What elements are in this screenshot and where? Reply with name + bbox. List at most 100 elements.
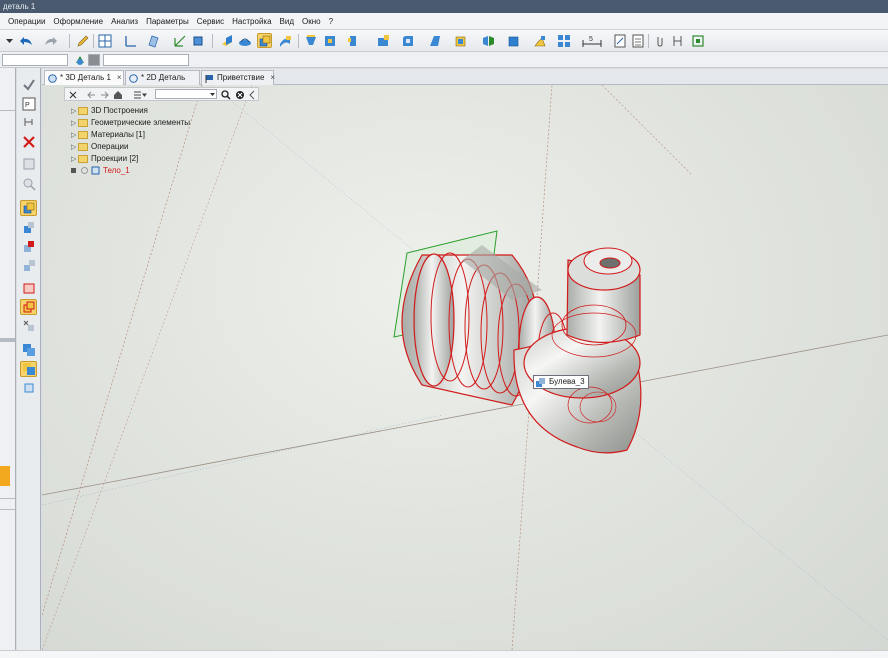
frame-icon[interactable] <box>690 33 705 48</box>
menu-settings[interactable]: Настройка <box>232 17 271 26</box>
array-icon[interactable] <box>556 33 571 48</box>
close-icon[interactable] <box>69 91 77 99</box>
window-title-bar: деталь 1 <box>0 0 888 13</box>
collapse-icon[interactable] <box>248 90 256 100</box>
loft-icon[interactable] <box>303 33 318 48</box>
svg-text:P: P <box>25 102 30 109</box>
revolve-icon[interactable] <box>237 33 252 48</box>
thread-icon[interactable] <box>532 33 547 48</box>
visibility-icon[interactable] <box>80 166 89 175</box>
clear-filter-icon[interactable] <box>235 90 245 100</box>
chamfer-icon[interactable] <box>427 33 442 48</box>
zoom-preview-icon[interactable] <box>20 176 37 192</box>
tree-item-label: Тело_1 <box>103 166 130 175</box>
object-tooltip: Булева_3 <box>533 375 589 389</box>
lcs-icon[interactable] <box>190 33 205 48</box>
tree-filter-combo[interactable] <box>155 89 217 99</box>
tab-3d-detail[interactable]: * 3D Деталь 1 × <box>44 70 124 85</box>
cancel-icon[interactable] <box>20 134 37 150</box>
menu-design[interactable]: Оформление <box>53 17 103 26</box>
cross-select-icon[interactable] <box>20 318 37 334</box>
calculator-icon[interactable] <box>630 33 645 48</box>
collapsed-node-icon[interactable] <box>71 168 76 173</box>
panel-header-2 <box>0 498 15 510</box>
list-view-icon[interactable] <box>133 91 147 99</box>
hole-icon[interactable] <box>375 33 390 48</box>
left-side-panel <box>0 68 16 658</box>
extrude-icon[interactable] <box>219 33 234 48</box>
parameters-icon[interactable]: P <box>20 96 37 112</box>
grid-icon[interactable] <box>97 33 112 48</box>
menu-view[interactable]: Вид <box>280 17 294 26</box>
stack-blue-icon[interactable] <box>20 342 37 358</box>
tree-item-label: Операции <box>91 142 129 151</box>
measure-icon[interactable] <box>670 33 685 48</box>
rib-icon[interactable] <box>345 33 360 48</box>
menu-service[interactable]: Сервис <box>197 17 224 26</box>
small-body-icon[interactable] <box>20 380 37 396</box>
expand-arrow-icon[interactable]: ▷ <box>71 143 78 151</box>
stack-gold-icon[interactable] <box>20 361 37 377</box>
sketch-pencil-icon[interactable] <box>75 33 90 48</box>
menu-parameters[interactable]: Параметры <box>146 17 189 26</box>
menu-analysis[interactable]: Анализ <box>111 17 138 26</box>
axis-icon[interactable] <box>172 33 187 48</box>
panel-tab[interactable] <box>0 466 10 486</box>
home-icon[interactable] <box>113 90 123 100</box>
tree-item-body[interactable]: Тело_1 <box>71 165 130 176</box>
close-icon[interactable]: × <box>117 73 122 82</box>
tree-link-icon[interactable] <box>20 114 37 130</box>
plane-icon[interactable] <box>145 33 160 48</box>
operation-toolbar: P <box>17 68 41 658</box>
boolean-union-icon[interactable] <box>20 200 37 216</box>
preview-icon[interactable] <box>20 156 37 172</box>
tree-item-geometry[interactable]: ▷ Геометрические элементы <box>71 117 190 128</box>
body-overlap-icon[interactable] <box>20 299 37 315</box>
attach-icon[interactable] <box>652 33 667 48</box>
tree-item-projections[interactable]: ▷ Проекции [2] <box>71 153 138 164</box>
tree-item-3d-constructions[interactable]: ▷ 3D Построения <box>71 105 148 116</box>
fillet-icon[interactable] <box>400 33 415 48</box>
part-icon <box>48 74 57 83</box>
coordinate-axes-icon[interactable] <box>122 33 137 48</box>
boolean-operation-icon[interactable] <box>257 33 272 48</box>
expand-arrow-icon[interactable]: ▷ <box>71 131 78 139</box>
pattern-icon[interactable] <box>505 33 520 48</box>
mirror-icon[interactable] <box>480 33 495 48</box>
draft-icon[interactable] <box>452 33 467 48</box>
color-swatch[interactable] <box>88 54 100 66</box>
menu-operations[interactable]: Операции <box>8 17 45 26</box>
body-split-icon[interactable] <box>20 258 37 274</box>
drawing-icon[interactable] <box>612 33 627 48</box>
boolean-subtract-icon[interactable] <box>20 220 37 236</box>
back-icon[interactable] <box>87 91 96 99</box>
forward-icon[interactable] <box>100 91 109 99</box>
boolean-intersect-icon[interactable] <box>20 239 37 255</box>
body-select-icon[interactable] <box>20 280 37 296</box>
model-tree: ▷ 3D Построения ▷ Геометрические элементы … <box>64 87 259 177</box>
menu-window[interactable]: Окно <box>302 17 321 26</box>
tab-2d-detail[interactable]: * 2D Деталь 1× <box>125 70 200 96</box>
panel-header <box>0 76 15 111</box>
toolbar-separator <box>648 34 649 48</box>
tree-item-materials[interactable]: ▷ Материалы [1] <box>71 129 145 140</box>
close-icon[interactable]: × <box>270 73 275 82</box>
expand-arrow-icon[interactable]: ▷ <box>71 119 78 127</box>
style-combo[interactable] <box>2 54 68 66</box>
undo-icon[interactable] <box>18 33 33 48</box>
redo-icon[interactable] <box>43 33 58 48</box>
expand-arrow-icon[interactable]: ▷ <box>71 155 78 163</box>
search-icon[interactable] <box>221 90 231 100</box>
sweep-icon[interactable] <box>277 33 292 48</box>
menu-help[interactable]: ? <box>329 17 333 26</box>
tree-item-operations[interactable]: ▷ Операции <box>71 141 128 152</box>
tab-welcome[interactable]: Приветствие × <box>201 70 275 85</box>
3d-viewport[interactable]: ▷ 3D Построения ▷ Геометрические элементы … <box>42 85 888 650</box>
layer-combo[interactable] <box>103 54 189 66</box>
dimension-icon[interactable]: 5 <box>580 33 604 48</box>
shell-icon[interactable] <box>322 33 337 48</box>
confirm-icon[interactable] <box>20 77 37 93</box>
color-icon[interactable] <box>72 52 87 67</box>
expand-arrow-icon[interactable]: ▷ <box>71 107 78 115</box>
dropdown-arrow-icon[interactable] <box>2 33 17 48</box>
